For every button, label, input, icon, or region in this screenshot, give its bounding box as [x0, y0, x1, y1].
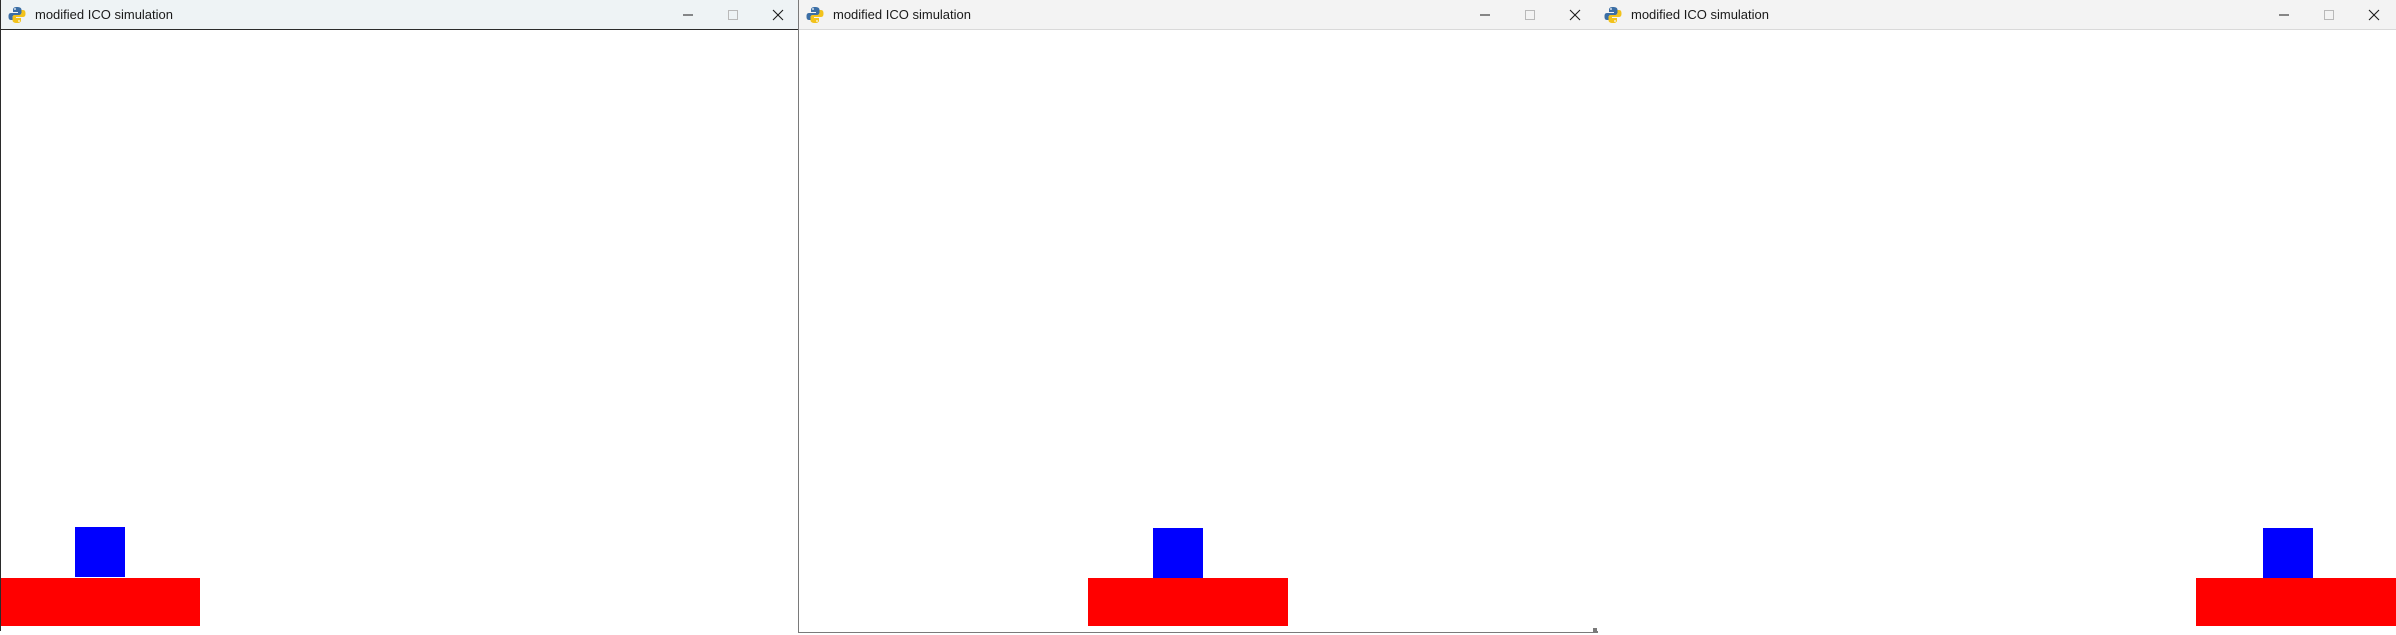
blue-cube	[2263, 528, 2313, 578]
red-platform	[1088, 578, 1288, 626]
title-bar[interactable]: modified ICO simulation	[1597, 0, 2396, 30]
red-platform	[2196, 578, 2396, 626]
python-snake-icon	[8, 6, 26, 24]
minimize-button[interactable]	[2261, 0, 2306, 29]
minimize-icon	[682, 14, 693, 15]
close-button[interactable]	[1552, 0, 1597, 29]
simulation-canvas[interactable]	[799, 30, 1597, 632]
maximize-button[interactable]	[710, 0, 755, 29]
red-platform	[1, 578, 200, 626]
minimize-button[interactable]	[1462, 0, 1507, 29]
maximize-icon	[2323, 9, 2334, 20]
maximize-button[interactable]	[2306, 0, 2351, 29]
close-button[interactable]	[2351, 0, 2396, 29]
close-icon	[2368, 9, 2379, 20]
simulation-window-1[interactable]: modified ICO simulation	[0, 0, 800, 631]
simulation-canvas[interactable]	[1, 30, 800, 631]
maximize-icon	[727, 9, 738, 20]
simulation-window-2[interactable]: modified ICO simulation	[798, 0, 1598, 633]
blue-cube	[1153, 528, 1203, 578]
title-bar[interactable]: modified ICO simulation	[1, 0, 800, 30]
maximize-button[interactable]	[1507, 0, 1552, 29]
minimize-button[interactable]	[665, 0, 710, 29]
minimize-icon	[2278, 14, 2289, 15]
close-button[interactable]	[755, 0, 800, 29]
window-title: modified ICO simulation	[35, 7, 173, 22]
minimize-icon	[1479, 14, 1490, 15]
simulation-window-3[interactable]: modified ICO simulation	[1597, 0, 2396, 631]
window-title: modified ICO simulation	[833, 7, 971, 22]
close-icon	[1569, 9, 1580, 20]
simulation-canvas[interactable]	[1597, 30, 2396, 631]
close-icon	[772, 9, 783, 20]
window-title: modified ICO simulation	[1631, 7, 1769, 22]
maximize-icon	[1524, 9, 1535, 20]
python-snake-icon	[806, 6, 824, 24]
title-bar[interactable]: modified ICO simulation	[799, 0, 1597, 30]
blue-cube	[75, 527, 125, 577]
python-snake-icon	[1604, 6, 1622, 24]
